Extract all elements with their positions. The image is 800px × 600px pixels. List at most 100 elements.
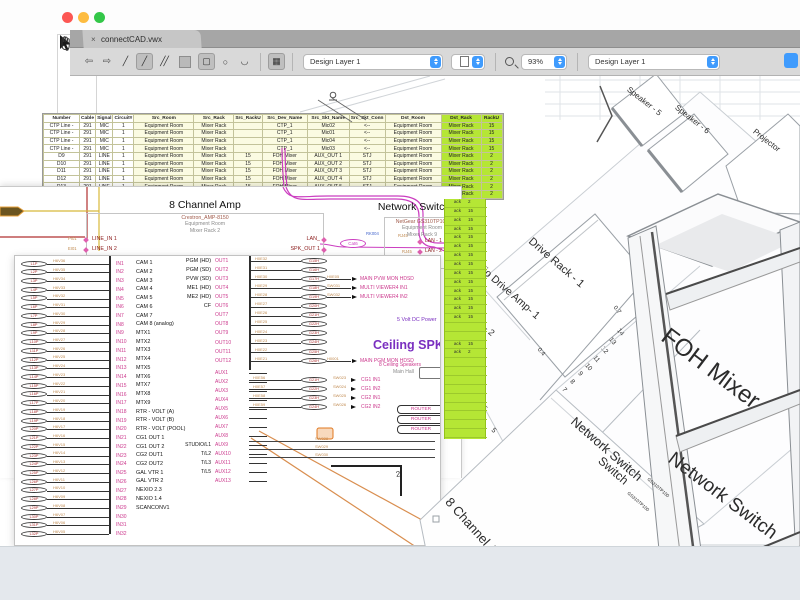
toolbar-divider xyxy=(495,53,496,71)
device-grid-button[interactable]: ▦ xyxy=(268,53,285,70)
dropdown-stepper-icon[interactable] xyxy=(472,56,483,68)
strip-racku-value: 15 xyxy=(468,217,473,222)
strip-row: ack 15 xyxy=(445,217,487,226)
strip-row: ack 15 xyxy=(445,208,487,217)
connect-tool-active-button[interactable]: ╱ xyxy=(136,53,153,70)
zoom-window-button[interactable] xyxy=(94,12,105,23)
strip-row xyxy=(445,394,487,403)
strip-racku-value: 15 xyxy=(468,243,473,248)
strip-row: ack 15 xyxy=(445,296,487,305)
strip-row: ack 15 xyxy=(445,305,487,314)
tab-bar: × connectCAD.vwx xyxy=(70,30,800,48)
strip-row: ack 15 xyxy=(445,252,487,261)
tab-title: connectCAD.vwx xyxy=(101,35,162,44)
strip-rack-fragment: ack xyxy=(445,199,461,204)
strip-row: ack 15 xyxy=(445,270,487,279)
strip-row xyxy=(445,403,487,412)
strip-rack-fragment: ack xyxy=(445,252,461,257)
back-button[interactable]: ⇦ xyxy=(82,56,96,67)
window-titlebar[interactable] xyxy=(0,0,800,30)
strip-row: ack 2 xyxy=(445,199,487,208)
toolbar-divider xyxy=(292,53,293,71)
strip-racku-value: 15 xyxy=(468,341,473,346)
strip-racku-value: 15 xyxy=(468,252,473,257)
rectangle-mode-button[interactable]: ▢ xyxy=(198,53,215,70)
palette-toggle-button[interactable] xyxy=(784,53,798,68)
toolbar-divider xyxy=(260,53,261,71)
zoom-level-select[interactable]: 93% xyxy=(521,54,567,70)
page-icon xyxy=(460,56,469,67)
dropdown-stepper-icon[interactable] xyxy=(430,56,441,68)
strip-racku-value: 2 xyxy=(468,349,471,354)
design-layer-value: Design Layer 1 xyxy=(595,57,645,66)
strip-racku-value: 15 xyxy=(468,314,473,319)
strip-row xyxy=(445,367,487,376)
design-layer-select[interactable]: Design Layer 1 xyxy=(303,54,443,70)
strip-rack-fragment: ack xyxy=(445,341,461,346)
zoom-icon xyxy=(505,57,514,66)
strip-rack-fragment: ack xyxy=(445,261,461,266)
design-layer-select-2[interactable]: Design Layer 1 xyxy=(588,54,720,70)
forward-button[interactable]: ⇨ xyxy=(100,56,114,67)
strip-row xyxy=(445,385,487,394)
zoom-level-value: 93% xyxy=(528,57,543,66)
strip-racku-value: 15 xyxy=(468,288,473,293)
dropdown-stepper-icon[interactable] xyxy=(707,56,718,68)
strip-rack-fragment: ack xyxy=(445,349,461,354)
rack-column-strip: ack 2 ack 15 ack 15 ack 15 ack 15 xyxy=(444,199,486,439)
strip-row xyxy=(445,376,487,385)
main-toolbar: ⇦ ⇨ ╱ ╱ ╱╱ ▢ ○ ◡ ▦ Design Layer 1 93% De… xyxy=(70,48,800,76)
strip-row: ack 15 xyxy=(445,234,487,243)
strip-row: ack 15 xyxy=(445,288,487,297)
design-layer-value: Design Layer 1 xyxy=(310,57,360,66)
strip-rack-fragment: ack xyxy=(445,305,461,310)
strip-row: ack 15 xyxy=(445,226,487,235)
strip-row: ack 15 xyxy=(445,243,487,252)
plan-drawing-foreground xyxy=(0,0,800,600)
minimize-window-button[interactable] xyxy=(78,12,89,23)
strip-row xyxy=(445,420,487,429)
strip-row xyxy=(445,358,487,367)
strip-rack-fragment: ack xyxy=(445,217,461,222)
strip-row: ack 15 xyxy=(445,279,487,288)
oval-mode-button[interactable]: ○ xyxy=(217,53,234,70)
desktop-background xyxy=(0,546,800,600)
page-select[interactable] xyxy=(451,54,485,70)
close-tab-icon[interactable]: × xyxy=(91,35,96,44)
strip-row xyxy=(445,332,487,341)
strip-row xyxy=(445,411,487,420)
strip-racku-value: 15 xyxy=(468,261,473,266)
strip-rack-fragment: ack xyxy=(445,270,461,275)
strip-racku-value: 15 xyxy=(468,234,473,239)
connect-tool-button[interactable]: ╱ xyxy=(117,53,134,70)
strip-row: ack 15 xyxy=(445,261,487,270)
strip-rack-fragment: ack xyxy=(445,208,461,213)
multi-connect-tool-button[interactable]: ╱╱ xyxy=(155,53,172,70)
toolbar-divider xyxy=(577,53,578,71)
strip-racku-value: 15 xyxy=(468,270,473,275)
strip-rack-fragment: ack xyxy=(445,296,461,301)
strip-racku-value: 15 xyxy=(468,305,473,310)
strip-racku-value: 15 xyxy=(468,226,473,231)
strip-row: ack 15 xyxy=(445,314,487,323)
close-window-button[interactable] xyxy=(62,12,73,23)
strip-row xyxy=(445,323,487,332)
strip-rack-fragment: ack xyxy=(445,234,461,239)
app-window: Speaker - 5 Speaker - 6 Projector Drive … xyxy=(0,0,800,600)
strip-racku-value: 15 xyxy=(468,279,473,284)
document-tab[interactable]: × connectCAD.vwx xyxy=(82,30,201,48)
strip-rack-fragment: ack xyxy=(445,314,461,319)
strip-rack-fragment: ack xyxy=(445,243,461,248)
strip-row: ack 2 xyxy=(445,349,487,358)
strip-rack-fragment: ack xyxy=(445,226,461,231)
strip-rack-fragment: ack xyxy=(445,279,461,284)
color-swatch[interactable] xyxy=(179,56,191,68)
strip-racku-value: 15 xyxy=(468,208,473,213)
arc-mode-button[interactable]: ◡ xyxy=(236,53,253,70)
dropdown-stepper-icon[interactable] xyxy=(554,56,565,68)
strip-racku-value: 15 xyxy=(468,296,473,301)
strip-rack-fragment: ack xyxy=(445,288,461,293)
strip-racku-value: 2 xyxy=(468,199,471,204)
strip-row xyxy=(445,429,487,438)
strip-row: ack 15 xyxy=(445,341,487,350)
